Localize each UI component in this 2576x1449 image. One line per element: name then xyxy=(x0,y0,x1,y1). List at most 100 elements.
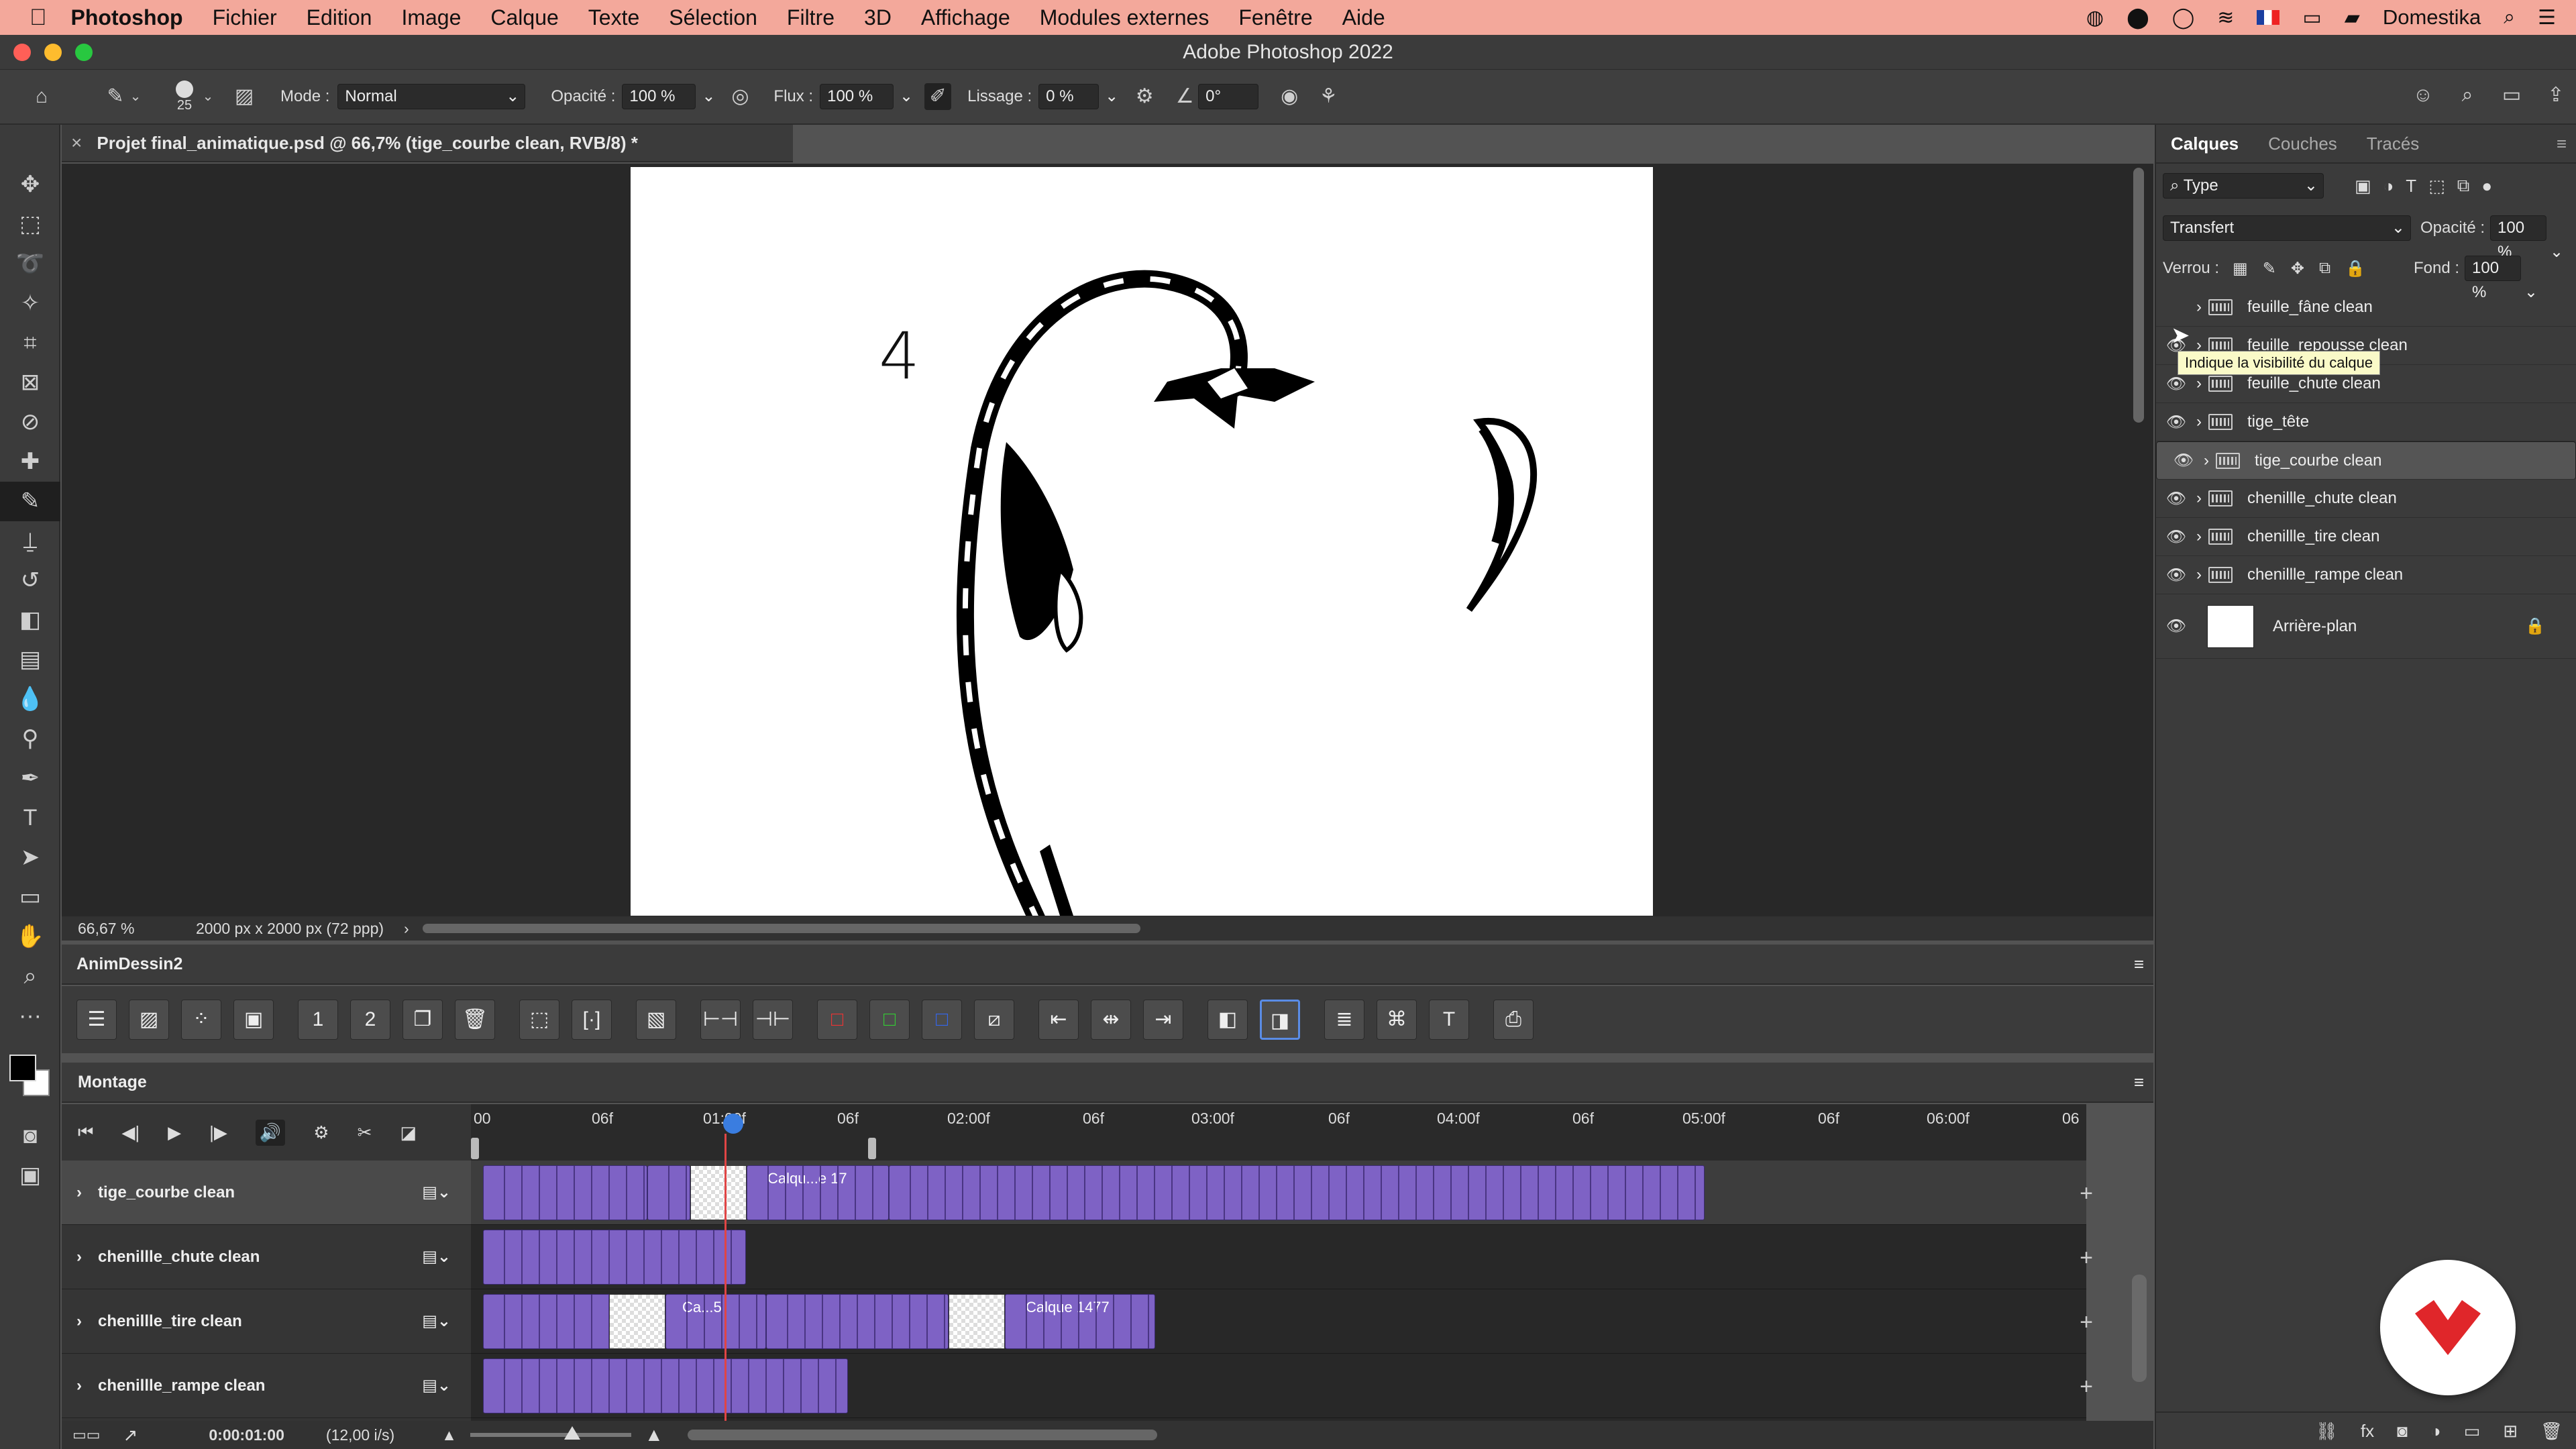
type-tool-icon[interactable]: T xyxy=(0,798,60,838)
anim-green-frame-button[interactable]: □ xyxy=(869,1000,910,1040)
battery-icon[interactable]: ▰ xyxy=(2345,6,2360,30)
eye-icon[interactable]: 👁 xyxy=(2156,527,2196,547)
filter-adjustment-icon[interactable]: ◑ xyxy=(2383,176,2394,197)
film-icon[interactable]: ▤⌄ xyxy=(422,1376,451,1395)
zoom-out-icon[interactable]: ▲ xyxy=(441,1426,457,1444)
lane-chenillle-chute[interactable] xyxy=(471,1225,2086,1289)
brush-preset-picker[interactable]: 25 xyxy=(168,80,201,113)
eraser-tool-icon[interactable]: ◧ xyxy=(0,600,60,640)
healing-brush-tool-icon[interactable]: ✚ xyxy=(0,442,60,482)
filter-type-icon[interactable]: T xyxy=(2406,176,2416,197)
status-icon-3[interactable]: ◯ xyxy=(2172,6,2195,30)
flux-input[interactable]: 100 % ⌄ xyxy=(820,84,913,109)
lock-pixels-icon[interactable]: ✎ xyxy=(2263,259,2276,278)
share-user-icon[interactable]: ☺ xyxy=(2410,82,2436,109)
magic-wand-tool-icon[interactable]: ✧ xyxy=(0,284,60,323)
film-icon[interactable]: ▤⌄ xyxy=(422,1247,451,1267)
move-tool-icon[interactable]: ✥ xyxy=(0,165,60,205)
timeline-vertical-scrollbar[interactable] xyxy=(2132,1275,2147,1382)
delete-layer-icon[interactable]: 🗑 xyxy=(2540,1421,2563,1442)
airbrush-icon[interactable]: ✐ xyxy=(924,83,952,110)
expand-chevron-icon[interactable]: › xyxy=(2196,413,2202,431)
track-header-chenillle-tire[interactable]: › chenillle_tire clean ▤⌄ xyxy=(62,1289,471,1354)
anim-select-button[interactable]: ⬚ xyxy=(519,1000,559,1040)
zoom-slider-thumb[interactable] xyxy=(564,1426,580,1440)
anim-bracket-button[interactable]: [·] xyxy=(572,1000,612,1040)
status-icon-2[interactable]: ⬤ xyxy=(2127,6,2149,30)
anim-hatch-button[interactable]: ▧ xyxy=(636,1000,676,1040)
smoothing-input[interactable]: 0 % ⌄ xyxy=(1038,84,1118,109)
anim-notes-button[interactable]: ≣ xyxy=(1324,1000,1364,1040)
clip[interactable] xyxy=(483,1165,647,1220)
hand-tool-icon[interactable]: ✋ xyxy=(0,917,60,957)
timeline-ruler[interactable]: 00 06f 01:00f 06f 02:00f 06f 03:00f 06f … xyxy=(471,1104,2086,1161)
marquee-tool-icon[interactable]: ⬚ xyxy=(0,205,60,244)
anim-blue-frame-button[interactable]: □ xyxy=(922,1000,962,1040)
anim-text-button[interactable]: T xyxy=(1429,1000,1469,1040)
lock-artboard-icon[interactable]: ⧉ xyxy=(2319,259,2330,278)
clip[interactable] xyxy=(483,1230,746,1285)
tab-couches[interactable]: Couches xyxy=(2253,124,2352,163)
expand-chevron-icon[interactable]: › xyxy=(2196,566,2202,584)
pressure-size-icon[interactable]: ◉ xyxy=(1276,83,1303,110)
wifi-icon[interactable]: ≋ xyxy=(2217,6,2234,30)
work-area-end-handle[interactable] xyxy=(868,1138,876,1159)
zoom-in-icon[interactable]: ▲ xyxy=(645,1424,663,1446)
clip[interactable]: Calqu...e 17 xyxy=(747,1165,889,1220)
flag-fr-icon[interactable] xyxy=(2257,10,2280,25)
path-selection-tool-icon[interactable]: ➤ xyxy=(0,838,60,877)
anim-panel-left-button[interactable]: ◧ xyxy=(1208,1000,1248,1040)
lane-chenillle-rampe[interactable] xyxy=(471,1354,2086,1418)
layer-filter-select[interactable]: ⌕ Type ⌄ xyxy=(2163,173,2324,199)
blur-tool-icon[interactable]: 💧 xyxy=(0,680,60,719)
tab-calques[interactable]: Calques xyxy=(2156,124,2253,163)
anim-add-frame-2-button[interactable]: 2 xyxy=(350,1000,390,1040)
filter-smart-object-icon[interactable]: ⧉ xyxy=(2457,175,2470,197)
minimize-window-button[interactable] xyxy=(44,44,62,61)
apple-icon[interactable]:  xyxy=(30,5,47,31)
film-icon[interactable]: ▤⌄ xyxy=(422,1311,451,1331)
clip[interactable] xyxy=(766,1294,949,1349)
expand-chevron-icon[interactable]: › xyxy=(76,1248,82,1267)
angle-icon[interactable]: ∠ xyxy=(1171,83,1198,110)
menu-affichage[interactable]: Affichage xyxy=(921,5,1010,30)
timeline-zoom-slider[interactable] xyxy=(470,1426,631,1440)
lane-chenillle-tire[interactable]: Ca...5 Calque 1477 xyxy=(471,1289,2086,1354)
gradient-tool-icon[interactable]: ▤ xyxy=(0,640,60,680)
expand-chevron-icon[interactable]: › xyxy=(2204,449,2209,473)
anim-expand-button[interactable]: ⊣⊢ xyxy=(753,1000,793,1040)
anim-export-button[interactable]: ⎙ xyxy=(1493,1000,1534,1040)
menu-3d[interactable]: 3D xyxy=(864,5,892,30)
eye-icon[interactable]: 👁 xyxy=(2156,374,2196,394)
menu-app[interactable]: Photoshop xyxy=(71,5,183,30)
expand-chevron-icon[interactable]: › xyxy=(76,1377,82,1395)
render-icon[interactable]: ↗ xyxy=(123,1425,138,1446)
status-chevron-right-icon[interactable]: › xyxy=(404,920,409,938)
dodge-tool-icon[interactable]: ⚲ xyxy=(0,719,60,759)
first-frame-icon[interactable]: ⏮ xyxy=(78,1122,93,1143)
layer-opacity-input[interactable]: 100 % ⌄ xyxy=(2490,215,2563,261)
anim-move-right-button[interactable]: ⇥ xyxy=(1143,1000,1183,1040)
new-group-icon[interactable]: ▭ xyxy=(2464,1421,2481,1442)
anim-add-frame-1-button[interactable]: 1 xyxy=(298,1000,338,1040)
anim-delete-button[interactable]: 🗑 xyxy=(455,1000,495,1040)
layer-row[interactable]: › feuille_fâne clean xyxy=(2156,288,2576,327)
clip[interactable]: Ca...5 xyxy=(665,1294,766,1349)
menu-image[interactable]: Image xyxy=(401,5,461,30)
add-track-icon[interactable]: + xyxy=(2080,1309,2093,1336)
layer-effects-icon[interactable]: fx xyxy=(2361,1421,2374,1442)
home-icon[interactable]: ⌂ xyxy=(28,83,55,110)
opacity-input[interactable]: 100 % ⌄ xyxy=(622,84,715,109)
next-frame-icon[interactable]: |▶ xyxy=(209,1122,227,1143)
mode-select[interactable]: Normal ⌄ xyxy=(337,84,526,109)
frame-view-icon[interactable]: ▭▭ xyxy=(72,1426,101,1444)
anim-list-button[interactable]: ☰ xyxy=(76,1000,117,1040)
filter-toggle-icon[interactable]: ● xyxy=(2481,176,2492,197)
menu-modules[interactable]: Modules externes xyxy=(1040,5,1210,30)
lane-tige-courbe[interactable]: Calqu...e 17 xyxy=(471,1161,2086,1225)
panel-menu-icon[interactable]: ≡ xyxy=(2557,133,2567,154)
anim-shrink-button[interactable]: ⊢⊣ xyxy=(700,1000,741,1040)
document-tab[interactable]: × Projet final_animatique.psd @ 66,7% (t… xyxy=(62,125,793,162)
pressure-opacity-icon[interactable]: ◎ xyxy=(727,83,753,110)
work-area-start-handle[interactable] xyxy=(471,1138,479,1159)
